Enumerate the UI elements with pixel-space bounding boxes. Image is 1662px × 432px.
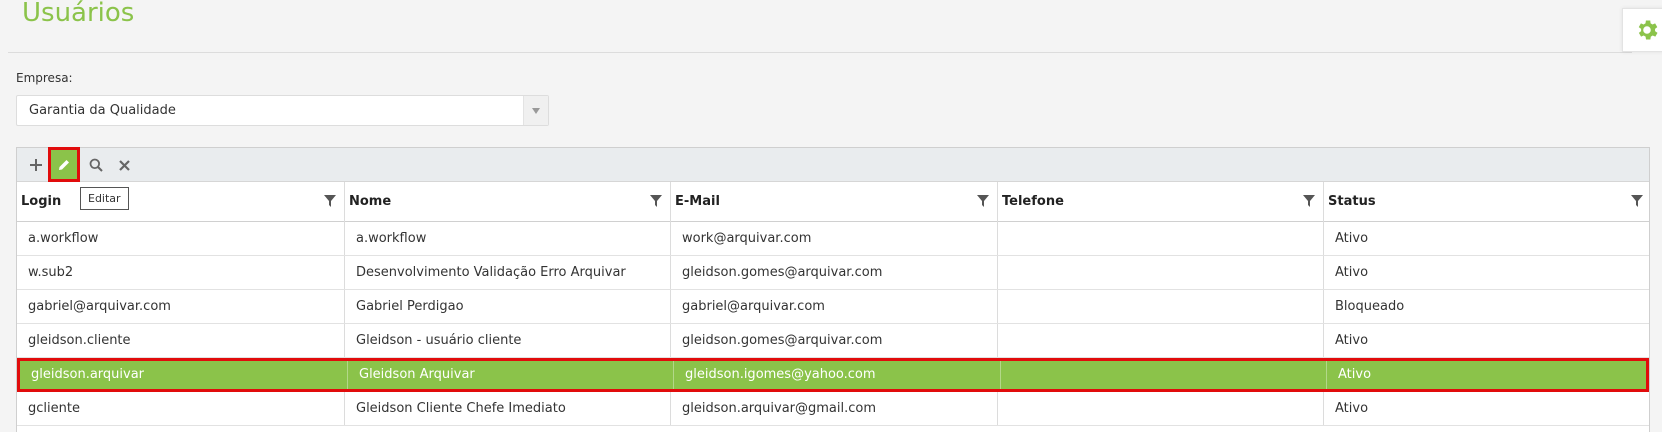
- cell-status: Ativo: [1324, 392, 1651, 425]
- grid-toolbar: [17, 147, 1649, 182]
- column-header-label: E-Mail: [675, 194, 720, 209]
- close-icon: [118, 159, 130, 171]
- cell-text: Gleidson Arquivar: [359, 367, 475, 382]
- column-header-nome[interactable]: Nome: [345, 182, 671, 222]
- cell-email: gabriel@arquivar.com: [671, 290, 998, 323]
- empresa-label: Empresa:: [16, 71, 73, 85]
- clear-button[interactable]: [111, 152, 137, 178]
- cell-text: gabriel@arquivar.com: [28, 299, 171, 314]
- cell-text: Bloqueado: [1335, 299, 1405, 314]
- cell-text: gleidson.gomes@arquivar.com: [682, 265, 883, 280]
- cell-text: gleidson.cliente: [28, 333, 131, 348]
- cell-text: Ativo: [1338, 367, 1372, 382]
- cell-login: gleidson.arquivar: [20, 361, 348, 389]
- filter-icon[interactable]: [977, 195, 989, 207]
- cell-text: gleidson.arquivar: [31, 367, 145, 382]
- empresa-select[interactable]: Garantia da Qualidade: [16, 95, 549, 126]
- cell-text: Desenvolvimento Validação Erro Arquivar: [356, 265, 626, 280]
- cell-email: gleidson.gomes@arquivar.com: [671, 256, 998, 289]
- cell-nome: Gabriel Perdigao: [345, 290, 671, 323]
- cell-text: gabriel@arquivar.com: [682, 299, 825, 314]
- table-row[interactable]: w.sub2 Desenvolvimento Validação Erro Ar…: [17, 256, 1649, 290]
- cell-text: Gleidson - usuário cliente: [356, 333, 522, 348]
- plus-icon: [30, 159, 42, 171]
- page-title: Usuários: [22, 0, 135, 28]
- column-header-telefone[interactable]: Telefone: [998, 182, 1324, 222]
- title-divider: [8, 52, 1632, 53]
- cell-email: work@arquivar.com: [671, 222, 998, 255]
- column-header-label: Nome: [349, 194, 392, 209]
- table-row[interactable]: gcliente Gleidson Cliente Chefe Imediato…: [17, 392, 1649, 426]
- cell-text: Ativo: [1335, 401, 1369, 416]
- column-header-label: Telefone: [1002, 194, 1064, 209]
- cell-email: gleidson.gomes@arquivar.com: [671, 324, 998, 357]
- cell-status: Ativo: [1324, 324, 1651, 357]
- cell-status: Bloqueado: [1324, 290, 1651, 323]
- edit-button[interactable]: [48, 147, 80, 182]
- cell-text: work@arquivar.com: [682, 231, 812, 246]
- cell-text: a.workflow: [28, 231, 99, 246]
- chevron-down-icon: [532, 107, 540, 114]
- table-row[interactable]: a.workflow a.workflow work@arquivar.com …: [17, 222, 1649, 256]
- edit-tooltip: Editar: [80, 187, 129, 210]
- cell-text: Gabriel Perdigao: [356, 299, 464, 314]
- filter-icon[interactable]: [650, 195, 662, 207]
- cell-text: w.sub2: [28, 265, 74, 280]
- cell-login: w.sub2: [17, 256, 345, 289]
- cell-text: Ativo: [1335, 265, 1369, 280]
- cell-status: Ativo: [1324, 256, 1651, 289]
- filter-icon[interactable]: [1303, 195, 1315, 207]
- search-icon: [89, 158, 103, 172]
- column-header-email[interactable]: E-Mail: [671, 182, 998, 222]
- cell-email: gleidson.arquivar@gmail.com: [671, 392, 998, 425]
- add-button[interactable]: [23, 152, 49, 178]
- cell-telefone: [998, 392, 1324, 425]
- column-header-label: Login: [21, 194, 62, 209]
- cell-login: a.workflow: [17, 222, 345, 255]
- users-grid: Login Nome E-Mail Telefone Status a.work…: [16, 147, 1650, 432]
- gear-icon: [1638, 20, 1658, 40]
- cell-text: gleidson.igomes@yahoo.com: [685, 367, 876, 382]
- cell-status: Ativo: [1327, 361, 1654, 389]
- settings-button[interactable]: [1622, 8, 1662, 52]
- filter-icon[interactable]: [1631, 195, 1643, 207]
- column-header-status[interactable]: Status: [1324, 182, 1651, 222]
- table-row-selected[interactable]: gleidson.arquivar Gleidson Arquivar glei…: [17, 358, 1649, 392]
- cell-nome: Desenvolvimento Validação Erro Arquivar: [345, 256, 671, 289]
- dropdown-arrow[interactable]: [523, 96, 548, 125]
- cell-login: gcliente: [17, 392, 345, 425]
- cell-nome: Gleidson - usuário cliente: [345, 324, 671, 357]
- cell-text: Gleidson Cliente Chefe Imediato: [356, 401, 566, 416]
- table-row[interactable]: gabriel@arquivar.com Gabriel Perdigao ga…: [17, 290, 1649, 324]
- cell-login: gabriel@arquivar.com: [17, 290, 345, 323]
- cell-email: gleidson.igomes@yahoo.com: [674, 361, 1001, 389]
- empresa-selected-value: Garantia da Qualidade: [29, 103, 176, 118]
- cell-telefone: [998, 222, 1324, 255]
- cell-status: Ativo: [1324, 222, 1651, 255]
- search-button[interactable]: [83, 152, 109, 178]
- cell-nome: Gleidson Cliente Chefe Imediato: [345, 392, 671, 425]
- cell-text: Ativo: [1335, 333, 1369, 348]
- cell-telefone: [998, 324, 1324, 357]
- cell-telefone: [998, 256, 1324, 289]
- cell-text: gleidson.gomes@arquivar.com: [682, 333, 883, 348]
- pencil-icon: [59, 159, 69, 170]
- cell-nome: a.workflow: [345, 222, 671, 255]
- cell-text: Ativo: [1335, 231, 1369, 246]
- filter-icon[interactable]: [324, 195, 336, 207]
- column-header-label: Status: [1328, 194, 1376, 209]
- cell-nome: Gleidson Arquivar: [348, 361, 674, 389]
- table-row[interactable]: gleidson.cliente Gleidson - usuário clie…: [17, 324, 1649, 358]
- cell-telefone: [998, 290, 1324, 323]
- grid-header: Login Nome E-Mail Telefone Status: [17, 182, 1649, 222]
- cell-text: gcliente: [28, 401, 80, 416]
- column-header-login[interactable]: Login: [17, 182, 345, 222]
- cell-text: a.workflow: [356, 231, 427, 246]
- cell-telefone: [1001, 361, 1327, 389]
- cell-login: gleidson.cliente: [17, 324, 345, 357]
- cell-text: gleidson.arquivar@gmail.com: [682, 401, 877, 416]
